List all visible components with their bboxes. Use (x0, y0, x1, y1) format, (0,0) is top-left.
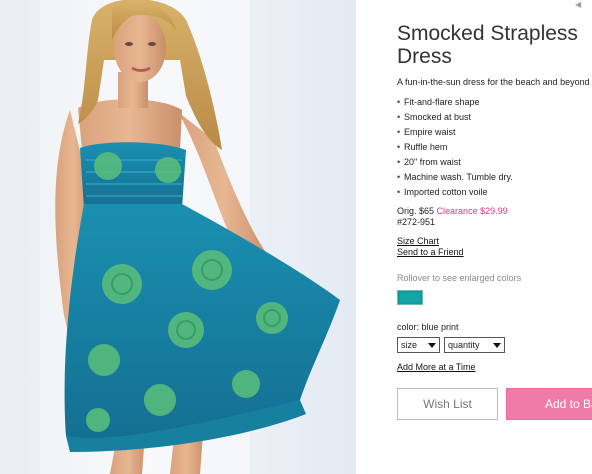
quantity-select[interactable]: quantity (444, 337, 505, 353)
swatch-fill (400, 293, 420, 302)
clearance-price: Clearance $29.99 (436, 206, 508, 216)
product-tagline: A fun-in-the-sun dress for the beach and… (397, 77, 590, 87)
original-price: Orig. $65 (397, 206, 435, 216)
feature-list: • Fit-and-flare shape • Smocked at bust • E… (397, 96, 513, 201)
bullet-icon: • (397, 157, 401, 167)
color-swatch[interactable] (397, 290, 423, 305)
send-to-friend-link[interactable]: Send to a Friend (397, 247, 464, 257)
price-block: Orig. $65 Clearance $29.99 (397, 206, 508, 216)
bullet-icon: • (397, 127, 401, 137)
list-item: • Fit-and-flare shape (397, 97, 480, 107)
model-illustration (0, 0, 356, 474)
bullet-icon: • (397, 97, 401, 107)
bullet-icon: • (397, 172, 401, 182)
list-item: • Empire waist (397, 127, 456, 137)
list-item: • Ruffle hem (397, 142, 448, 152)
scroll-left-arrow-icon[interactable]: ◀ (575, 0, 581, 9)
chevron-down-icon (428, 343, 436, 348)
wish-list-button[interactable]: Wish List (397, 388, 498, 420)
bullet-icon: • (397, 187, 401, 197)
size-chart-link[interactable]: Size Chart (397, 236, 439, 246)
list-item: • Imported cotton voile (397, 187, 488, 197)
list-item: • Smocked at bust (397, 112, 472, 122)
product-photo (0, 0, 356, 474)
list-item: • Machine wash. Tumble dry. (397, 172, 513, 182)
bullet-icon: • (397, 112, 401, 122)
chevron-down-icon (493, 343, 501, 348)
rollover-hint: Rollover to see enlarged colors (397, 273, 522, 283)
add-to-bag-button[interactable]: Add to Bag (506, 388, 592, 420)
product-details: ◀ Smocked Strapless Dress A fun-in-the-s… (397, 0, 592, 474)
bullet-icon: • (397, 142, 401, 152)
add-more-link[interactable]: Add More at a Time (397, 362, 476, 372)
product-sku: #272-951 (397, 217, 436, 227)
selected-color-label: color: blue print (397, 322, 459, 332)
list-item: • 20" from waist (397, 157, 461, 167)
product-title: Smocked Strapless Dress (397, 22, 578, 68)
size-select[interactable]: size (397, 337, 440, 353)
